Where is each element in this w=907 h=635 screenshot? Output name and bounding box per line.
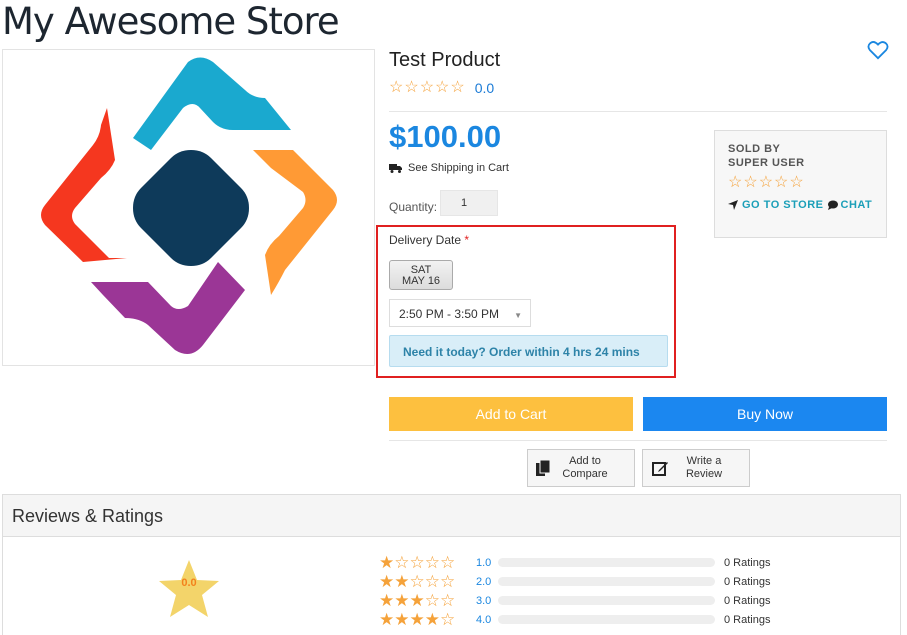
rating-count: 0 Ratings — [724, 556, 771, 569]
star-icon: ☆ — [440, 590, 456, 610]
divider — [389, 440, 887, 441]
star-icon: ☆ — [440, 552, 456, 572]
compare-icon — [536, 460, 550, 476]
rating-count: 0 Ratings — [724, 575, 771, 588]
star-icon: ★ — [379, 609, 395, 629]
product-price: $100.00 — [389, 119, 502, 154]
star-icon: ☆ — [743, 174, 758, 191]
heart-icon[interactable] — [867, 40, 889, 60]
star-icon: ☆ — [450, 79, 465, 96]
star-icon: ☆ — [789, 174, 804, 191]
star-icon: ☆ — [419, 79, 435, 96]
rating-count: 0 Ratings — [724, 594, 771, 607]
star-icon: ★ — [409, 590, 425, 610]
store-title: My Awesome Store — [2, 0, 340, 43]
truck-icon — [389, 164, 402, 173]
compare-label-2: Compare — [562, 468, 608, 480]
rating-row: ★ ☆ ☆ ☆ ☆ 1.0 0 Ratings — [379, 553, 770, 572]
required-mark: * — [464, 233, 470, 247]
star-icon: ★ — [394, 571, 410, 591]
chat-bubble-icon — [827, 200, 838, 210]
edit-icon — [652, 462, 668, 476]
quantity-input[interactable]: 1 — [440, 190, 498, 216]
delivery-urgency-notice: Need it today? Order within 4 hrs 24 min… — [389, 335, 668, 367]
rating-level-link[interactable]: 4.0 — [476, 614, 498, 626]
product-rating: ☆ ☆ ☆ ☆ ☆ 0.0 — [389, 79, 494, 97]
shipping-link[interactable]: See Shipping in Cart — [389, 162, 509, 174]
rating-row: ★ ★ ★ ★ ☆ 4.0 0 Ratings — [379, 610, 770, 629]
quantity-label: Quantity: — [389, 200, 438, 214]
location-arrow-icon — [728, 200, 738, 210]
chevron-down-icon: ▼ — [514, 311, 522, 320]
delivery-date-text: Delivery Date — [389, 233, 462, 247]
star-icon: ☆ — [409, 552, 425, 572]
star-icon: ☆ — [409, 571, 425, 591]
seller-panel: SOLD BY SUPER USER ☆ ☆ ☆ ☆ ☆ GO TO STORE… — [714, 130, 887, 238]
rating-level-link[interactable]: 2.0 — [476, 576, 498, 588]
average-rating-value: 0.0 — [181, 577, 197, 589]
rating-row: ★ ★ ★ ☆ ☆ 3.0 0 Ratings — [379, 591, 770, 610]
divider — [389, 111, 887, 112]
go-to-store-link[interactable]: GO TO STORE — [742, 199, 824, 211]
star-icon: ☆ — [758, 174, 774, 191]
time-slot-select[interactable]: 2:50 PM - 3:50 PM ▼ — [389, 299, 531, 327]
star-icon: ☆ — [424, 571, 440, 591]
sold-by-label: SOLD BY — [728, 143, 781, 155]
seller-rating: ☆ ☆ ☆ ☆ ☆ — [728, 175, 873, 191]
star-icon: ★ — [379, 571, 395, 591]
delivery-date-button[interactable]: SAT MAY 16 — [389, 260, 453, 290]
average-star-icon — [159, 560, 219, 617]
add-to-compare-button[interactable]: Add to Compare — [527, 449, 635, 487]
review-label-2: Review — [685, 468, 723, 480]
delivery-date-label: Delivery Date * — [389, 233, 469, 247]
rating-row: ★ ★ ☆ ☆ ☆ 2.0 0 Ratings — [379, 572, 770, 591]
star-icon: ☆ — [394, 552, 410, 572]
star-icon: ☆ — [728, 174, 743, 191]
rating-level-link[interactable]: 3.0 — [476, 595, 498, 607]
seller-name: SUPER USER — [728, 157, 805, 169]
star-icon: ★ — [379, 590, 395, 610]
review-label-1: Write a — [686, 455, 722, 467]
time-slot-value: 2:50 PM - 3:50 PM — [399, 307, 500, 321]
rating-count: 0 Ratings — [724, 613, 771, 626]
rating-level-link[interactable]: 1.0 — [476, 557, 498, 569]
write-review-button[interactable]: Write a Review — [642, 449, 750, 487]
rating-value-link[interactable]: 0.0 — [475, 80, 494, 96]
product-image — [2, 49, 375, 366]
rating-progress-bar — [498, 596, 715, 605]
star-icon: ★ — [409, 609, 425, 629]
buy-now-button[interactable]: Buy Now — [643, 397, 887, 431]
rating-progress-bar — [498, 558, 715, 567]
star-icon: ★ — [394, 609, 410, 629]
star-icon: ☆ — [424, 590, 440, 610]
shipping-text: See Shipping in Cart — [408, 162, 509, 174]
star-icon: ☆ — [440, 609, 456, 629]
chat-link[interactable]: CHAT — [841, 199, 873, 211]
star-icon: ☆ — [424, 552, 440, 572]
star-icon: ☆ — [435, 79, 450, 96]
compare-label-1: Add to — [569, 455, 601, 467]
add-to-cart-button[interactable]: Add to Cart — [389, 397, 633, 431]
star-icon: ☆ — [774, 174, 789, 191]
rating-progress-bar — [498, 615, 715, 624]
star-icon: ★ — [379, 552, 395, 572]
star-icon: ★ — [424, 609, 440, 629]
star-icon: ☆ — [404, 79, 419, 96]
product-title: Test Product — [389, 49, 501, 71]
date-date: MAY 16 — [401, 275, 441, 287]
rating-progress-bar — [498, 577, 715, 586]
reviews-title: Reviews & Ratings — [3, 495, 900, 537]
star-icon: ☆ — [440, 571, 456, 591]
star-icon: ☆ — [389, 79, 404, 96]
star-icon: ★ — [394, 590, 410, 610]
